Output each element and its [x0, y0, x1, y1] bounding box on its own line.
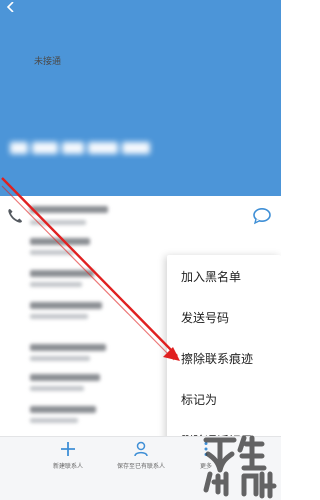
- list-item: [30, 204, 160, 232]
- list-item: [30, 298, 160, 326]
- list-item: [30, 340, 160, 368]
- call-detail-screen: 加入黑名单 发送号码 擦除联系痕迹 标记为 删除通话记录 新建联系人 保存至已有…: [0, 0, 281, 500]
- watermark-logo: [203, 435, 277, 499]
- watermark-text: 未接通: [34, 57, 62, 67]
- message-bubble-icon[interactable]: [252, 207, 272, 225]
- list-item: [30, 372, 160, 400]
- menu-item-mark-as[interactable]: 标记为: [167, 382, 281, 418]
- list-item: [30, 404, 160, 432]
- back-arrow-icon[interactable]: [6, 2, 16, 12]
- menu-item-erase-contact-traces[interactable]: 擦除联系痕迹: [167, 341, 281, 377]
- list-item: [30, 266, 160, 294]
- plus-icon: [61, 442, 75, 456]
- list-item: [30, 236, 160, 264]
- menu-item-send-number[interactable]: 发送号码: [167, 300, 281, 336]
- phone-icon[interactable]: [7, 208, 23, 224]
- menu-item-add-to-blacklist[interactable]: 加入黑名单: [167, 259, 281, 295]
- person-icon: [134, 441, 148, 457]
- new-contact-button[interactable]: 新建联系人: [28, 437, 108, 477]
- header: [0, 0, 281, 196]
- phone-number-blurred: [10, 138, 152, 160]
- new-contact-label: 新建联系人: [52, 463, 83, 470]
